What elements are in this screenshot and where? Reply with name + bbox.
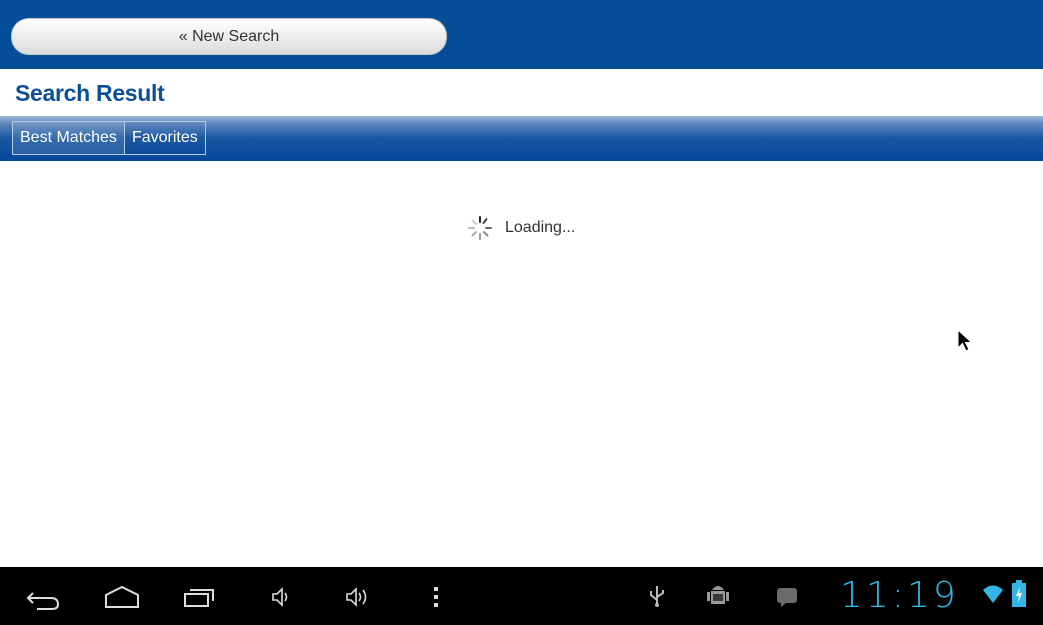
spinner-icon (468, 216, 492, 240)
new-search-button[interactable]: « New Search (11, 18, 447, 55)
tab-bar: Best Matches Favorites (0, 116, 1043, 161)
volume-up-icon[interactable] (344, 585, 374, 609)
tab-best-matches[interactable]: Best Matches (12, 121, 125, 155)
loading-indicator: Loading... (467, 215, 575, 241)
tab-favorites[interactable]: Favorites (124, 121, 206, 155)
back-icon[interactable] (25, 585, 61, 611)
recent-apps-icon[interactable] (182, 585, 218, 609)
usb-icon[interactable] (648, 584, 666, 608)
page-title: Search Result (15, 80, 165, 106)
mouse-pointer-icon (957, 328, 973, 352)
battery-charging-icon (1012, 580, 1026, 607)
android-system-bar: 11:19 (0, 567, 1043, 625)
home-icon[interactable] (103, 585, 141, 609)
menu-icon[interactable] (431, 585, 441, 609)
android-debug-icon[interactable] (705, 580, 731, 610)
volume-down-icon[interactable] (270, 585, 294, 609)
top-header-bar: « New Search (0, 0, 1043, 69)
loading-text: Loading... (505, 219, 576, 236)
wifi-icon (983, 585, 1003, 603)
blog-notification-icon[interactable] (776, 587, 798, 607)
status-clock: 11:19 (840, 575, 959, 616)
